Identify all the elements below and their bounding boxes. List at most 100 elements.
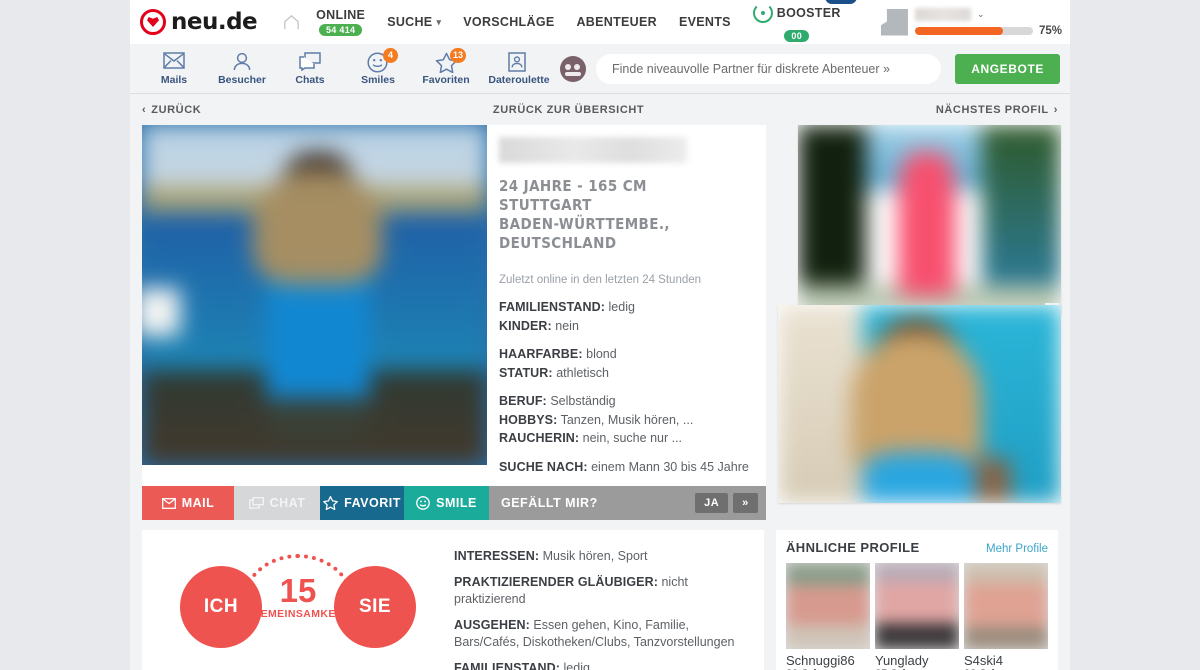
- utility-bar: Mails Besucher Chats 4 Smiles 13 Favorit…: [130, 44, 1070, 94]
- offers-button[interactable]: ANGEBOTE: [955, 53, 1060, 84]
- smiley-icon: [416, 496, 430, 510]
- nav-item-events[interactable]: EVENTS: [679, 15, 731, 29]
- fact-kinder: KINDER: nein: [499, 317, 752, 336]
- nav-item-booster[interactable]: BOOSTER 00 NEU: [752, 0, 857, 42]
- commonalities-caption: GEMEINSAMKEITEN: [252, 608, 362, 620]
- bottom-row: ICH SIE 15 GEMEINSAMKEITEN INTERESSEN: M…: [130, 520, 1070, 670]
- nav-item-abenteuer[interactable]: ABENTEUER: [576, 15, 656, 29]
- fact-group: SUCHE NACH: einem Mann 30 bis 45 Jahre: [499, 458, 752, 477]
- fact-label: AUSGEHEN:: [454, 618, 530, 632]
- fact-value: athletisch: [556, 365, 609, 380]
- util-label-favoriten: Favoriten: [422, 73, 470, 86]
- photo-blur-layer: [777, 305, 1061, 503]
- chevron-right-icon: ›: [1053, 103, 1058, 116]
- fact-label: STATUR:: [499, 365, 553, 380]
- more-profiles-link[interactable]: Mehr Profile: [986, 543, 1048, 555]
- fact-group: HAARFARBE: blond STATUR: athletisch: [499, 345, 752, 382]
- progress-fill: [914, 26, 1004, 35]
- headline-line-1: 24 JAHRE - 165 CM: [499, 177, 647, 195]
- util-item-dateroulette[interactable]: Dateroulette: [480, 51, 558, 86]
- nav-item-online[interactable]: ONLINE 54 414: [316, 8, 365, 36]
- similar-profile-item[interactable]: Schnuggi86 29 Jahre,: [786, 563, 870, 670]
- envelope-icon: [161, 497, 176, 509]
- overview-link[interactable]: ZURÜCK ZUR ÜBERSICHT: [493, 104, 644, 116]
- fact-label: HAARFARBE:: [499, 347, 583, 361]
- fact-group: BERUF: Selbständig HOBBYS: Tanzen, Musik…: [499, 392, 752, 448]
- profile-photo-gallery: [777, 125, 1061, 503]
- fact-value: nein: [555, 318, 579, 333]
- gallery-photo-1[interactable]: [797, 125, 1061, 315]
- main-nav: ONLINE 54 414 SUCHE ▾ VORSCHLÄGE ABENTEU…: [316, 0, 857, 42]
- similar-profile-item[interactable]: S4ski4 28 Jahre,: [964, 563, 1048, 670]
- fact-label: HOBBYS:: [499, 412, 558, 427]
- similar-profile-name: Yunglady: [875, 653, 929, 668]
- similar-profiles-card: ÄHNLICHE PROFILE Mehr Profile Schnuggi86…: [776, 530, 1058, 670]
- fact-suche-nach: SUCHE NACH: einem Mann 30 bis 45 Jahre: [499, 458, 752, 477]
- site-container: neu.de ONLINE 54 414 SUCHE ▾ VORSCHLÄGE …: [130, 0, 1070, 670]
- promo-banner[interactable]: Finde niveauvolle Partner für diskrete A…: [596, 53, 942, 84]
- util-item-mails[interactable]: Mails: [140, 51, 208, 86]
- fact-value: Musik hören, Sport: [542, 549, 648, 563]
- heart-logo-icon: [140, 9, 166, 35]
- util-label-chats: Chats: [295, 73, 325, 86]
- util-item-chats[interactable]: Chats: [276, 51, 344, 86]
- star-icon: 13: [435, 47, 466, 73]
- top-navigation-bar: neu.de ONLINE 54 414 SUCHE ▾ VORSCHLÄGE …: [130, 0, 1070, 44]
- back-link[interactable]: ‹ ZURÜCK: [142, 104, 201, 116]
- chat-label: CHAT: [269, 496, 306, 510]
- profile-headline: 24 JAHRE - 165 CM STUTTGART BADEN-WÜRTTE…: [499, 177, 752, 253]
- site-logo[interactable]: neu.de: [140, 9, 258, 35]
- profile-main-photo[interactable]: [142, 125, 487, 465]
- nav-item-vorschlaege[interactable]: VORSCHLÄGE: [463, 15, 554, 29]
- photo-blur-layer: [142, 125, 487, 465]
- fact-value: Tanzen, Musik hören, ...: [560, 412, 694, 427]
- gallery-photo-2[interactable]: [777, 305, 1061, 503]
- page-root: neu.de ONLINE 54 414 SUCHE ▾ VORSCHLÄGE …: [0, 0, 1200, 670]
- avatar[interactable]: [880, 8, 908, 36]
- util-item-besucher[interactable]: Besucher: [208, 52, 276, 86]
- smile-button[interactable]: SMILE: [404, 486, 489, 520]
- profile-card: 24 JAHRE - 165 CM STUTTGART BADEN-WÜRTTE…: [142, 125, 766, 520]
- smile-label: SMILE: [436, 496, 477, 510]
- nav-label-online: ONLINE: [316, 8, 366, 22]
- person-icon: [231, 52, 253, 72]
- fact-statur: STATUR: athletisch: [499, 364, 752, 383]
- like-yes-button[interactable]: JA: [695, 493, 729, 513]
- smiley-icon: 4: [367, 47, 398, 73]
- envelope-icon: [163, 51, 185, 72]
- like-skip-button[interactable]: »: [733, 493, 758, 513]
- fact-label: BERUF:: [499, 394, 547, 408]
- fact-raucherin: RAUCHERIN: nein, suche nur ...: [499, 429, 752, 448]
- next-profile-link[interactable]: NÄCHSTES PROFIL ›: [936, 104, 1058, 116]
- util-item-smiles[interactable]: 4 Smiles: [344, 47, 412, 86]
- common-fact-familienstand: FAMILIENSTAND: ledig: [454, 660, 750, 670]
- nav-label-events: EVENTS: [678, 15, 731, 29]
- favorit-button[interactable]: FAVORIT: [320, 486, 404, 520]
- profile-action-bar: MAIL CHAT FAVORIT SMILE GEFÄLLT MIR? JA …: [142, 486, 766, 520]
- mail-button[interactable]: MAIL: [142, 486, 234, 520]
- chevron-down-icon[interactable]: ⌄: [977, 9, 985, 20]
- fact-beruf: BERUF: Selbständig: [499, 392, 752, 411]
- fact-label: FAMILIENSTAND:: [499, 300, 606, 314]
- fact-value: einem Mann 30 bis 45 Jahre: [591, 459, 749, 474]
- favoriten-badge: 13: [449, 47, 466, 63]
- util-label-mails: Mails: [160, 73, 188, 86]
- venn-center: 15 GEMEINSAMKEITEN: [252, 574, 362, 621]
- back-label: ZURÜCK: [151, 103, 202, 116]
- smiles-badge: 4: [383, 47, 398, 63]
- nav-item-suche[interactable]: SUCHE ▾: [387, 15, 441, 29]
- similar-profiles-title: ÄHNLICHE PROFILE: [786, 540, 920, 555]
- profile-completion: 75%: [914, 25, 1062, 37]
- commonalities-card: ICH SIE 15 GEMEINSAMKEITEN INTERESSEN: M…: [142, 530, 764, 670]
- venn-circle-her: SIE: [334, 566, 416, 648]
- fact-value: Selbständig: [550, 394, 616, 408]
- fact-familienstand: FAMILIENSTAND: ledig: [499, 298, 752, 317]
- star-icon: [323, 496, 338, 510]
- similar-profile-item[interactable]: Yunglady 25 Jahre,: [875, 563, 959, 670]
- booster-count-badge: 00: [784, 29, 810, 42]
- new-badge: NEU: [824, 0, 857, 4]
- id-card-icon: [508, 51, 530, 72]
- util-item-favoriten[interactable]: 13 Favoriten: [412, 47, 480, 86]
- chat-button[interactable]: CHAT: [234, 486, 320, 520]
- home-icon[interactable]: [283, 14, 300, 30]
